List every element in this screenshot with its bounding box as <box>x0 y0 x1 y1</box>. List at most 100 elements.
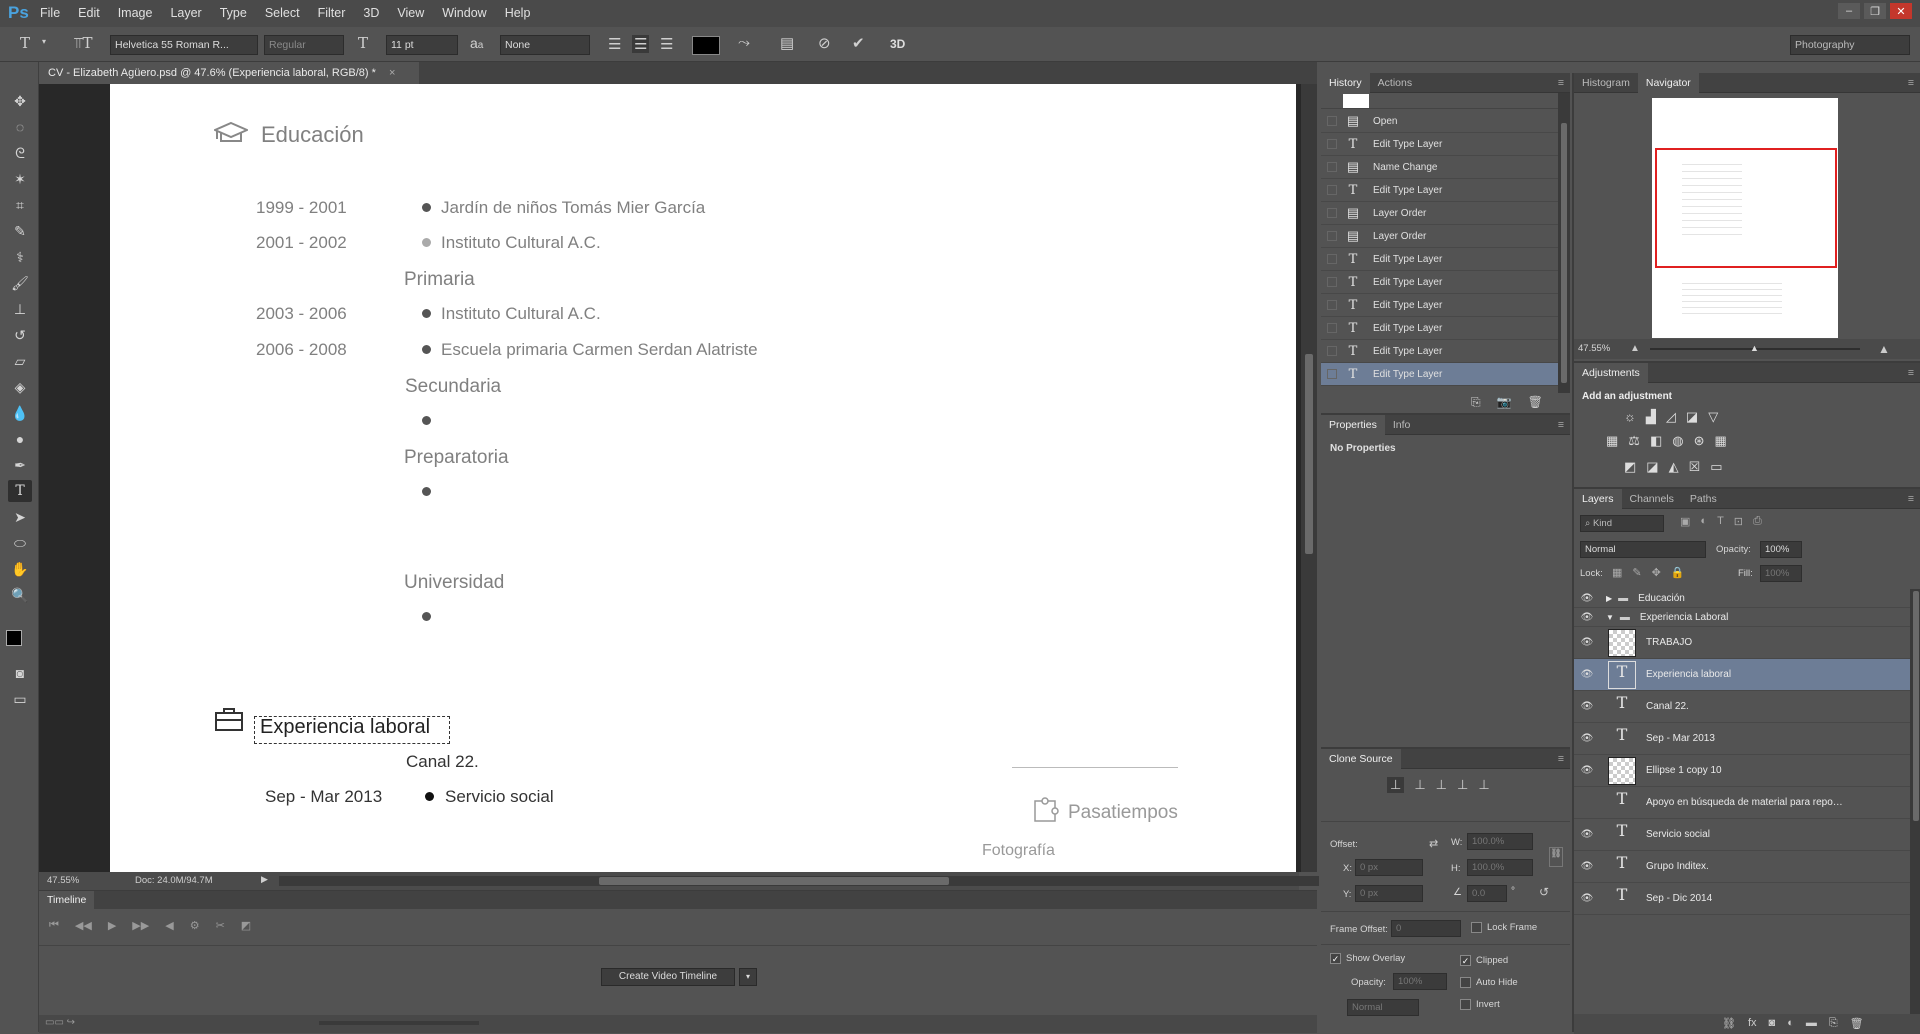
layer-filter-kind-select[interactable]: ⌕ Kind <box>1580 515 1664 532</box>
reset-transform-icon[interactable]: ⇄ <box>1429 837 1438 850</box>
zoom-tool-icon[interactable]: 🔍 <box>8 584 32 606</box>
brush-tool-icon[interactable]: 🖌 <box>8 272 32 294</box>
clipped-checkbox[interactable]: ✓ Clipped <box>1460 955 1508 966</box>
overlay-opacity-input[interactable]: 100% <box>1393 973 1447 990</box>
opacity-input[interactable]: 100% <box>1760 541 1802 558</box>
eye-icon[interactable]: 👁 <box>1574 765 1600 776</box>
eyedropper-tool-icon[interactable]: ✎ <box>8 220 32 242</box>
type-tool-icon[interactable]: T <box>8 480 32 502</box>
photo-filter-icon[interactable]: ◍ <box>1672 433 1683 449</box>
y-input[interactable]: 0 px <box>1355 885 1423 902</box>
history-brush-source-checkbox[interactable] <box>1327 208 1337 218</box>
menu-item-help[interactable]: Help <box>505 6 531 20</box>
vertical-scroll-thumb[interactable] <box>1305 354 1313 554</box>
first-frame-icon[interactable]: ⏮ <box>49 919 59 932</box>
x-input[interactable]: 0 px <box>1355 859 1423 876</box>
layer-row[interactable]: 👁 T Grupo Inditex. <box>1574 851 1910 883</box>
gradient-map-icon[interactable]: ▭ <box>1710 459 1722 475</box>
menu-item-filter[interactable]: Filter <box>318 6 346 20</box>
document-canvas[interactable]: Educación 1999 - 2001 Jardín de niños To… <box>110 84 1296 872</box>
new-layer-icon[interactable]: ⎘ <box>1829 1017 1838 1030</box>
eye-icon[interactable]: 👁 <box>1574 893 1600 904</box>
eraser-tool-icon[interactable]: ▱ <box>8 350 32 372</box>
eye-icon[interactable]: 👁 <box>1574 861 1600 872</box>
frame-animation-icon[interactable]: ▭▭ ↪ <box>45 1017 75 1028</box>
play-icon[interactable]: ▶ <box>108 919 116 932</box>
menu-item-select[interactable]: Select <box>265 6 300 20</box>
layer-row[interactable]: 👁 T Servicio social <box>1574 819 1910 851</box>
eye-icon[interactable]: 👁 <box>1574 669 1600 680</box>
create-video-timeline-button[interactable]: Create Video Timeline <box>601 968 735 986</box>
lock-pixels-icon[interactable]: ✎ <box>1632 566 1641 579</box>
lock-all-icon[interactable]: 🔒 <box>1671 566 1685 579</box>
tab-history[interactable]: History <box>1321 72 1370 93</box>
link-icon[interactable]: ⛓ <box>1549 847 1563 867</box>
work-title[interactable]: Experiencia laboral <box>260 716 430 739</box>
trash-icon[interactable]: 🗑 <box>1528 395 1543 410</box>
h-input[interactable]: 100.0% <box>1467 859 1533 876</box>
delete-layer-icon[interactable]: 🗑 <box>1850 1017 1864 1030</box>
history-item[interactable]: T Edit Type Layer <box>1321 294 1558 317</box>
layer-row[interactable]: T Apoyo en búsqueda de material para repo… <box>1574 787 1910 819</box>
layer-row[interactable]: 👁 T Sep - Mar 2013 <box>1574 723 1910 755</box>
history-item[interactable]: T Edit Type Layer <box>1321 340 1558 363</box>
eye-icon[interactable]: 👁 <box>1574 593 1600 604</box>
layer-mask-icon[interactable]: ◙ <box>1769 1017 1776 1030</box>
angle-input[interactable]: 0.0 <box>1467 885 1507 902</box>
history-item[interactable]: ▤ Open <box>1321 110 1558 133</box>
navigator-preview[interactable] <box>1652 98 1838 338</box>
clone-source-1-icon[interactable]: ⊥ <box>1387 777 1405 793</box>
filter-pixel-icon[interactable]: ▣ <box>1680 515 1690 528</box>
eye-icon[interactable]: 👁 <box>1574 829 1600 840</box>
show-overlay-checkbox[interactable]: ✓ Show Overlay <box>1330 953 1405 964</box>
panel-menu-icon[interactable]: ≡ <box>1558 753 1570 765</box>
menu-item-type[interactable]: Type <box>220 6 247 20</box>
lasso-tool-icon[interactable]: ᘓ <box>8 142 32 164</box>
font-style-select[interactable]: Regular <box>264 35 344 55</box>
history-item[interactable]: T Edit Type Layer <box>1321 271 1558 294</box>
screen-mode-icon[interactable]: ▭ <box>8 688 32 710</box>
posterize-icon[interactable]: ◪ <box>1646 459 1658 475</box>
new-document-icon[interactable]: ⎘ <box>1471 395 1481 410</box>
panel-menu-icon[interactable]: ≡ <box>1908 493 1920 505</box>
channel-mixer-icon[interactable]: ⊛ <box>1694 433 1705 449</box>
menu-item-file[interactable]: File <box>40 6 60 20</box>
paint-bucket-tool-icon[interactable]: ◈ <box>8 376 32 398</box>
timeline-zoom-slider[interactable] <box>319 1021 479 1025</box>
layer-style-icon[interactable]: fx <box>1748 1017 1757 1030</box>
w-input[interactable]: 100.0% <box>1467 833 1533 850</box>
vertical-scrollbar[interactable] <box>1301 84 1317 872</box>
align-center-icon[interactable]: ☰ <box>632 35 650 53</box>
audio-icon[interactable]: ◀ <box>165 919 173 932</box>
foreground-color-swatch[interactable] <box>6 630 22 646</box>
hue-saturation-icon[interactable]: ▦ <box>1606 433 1618 449</box>
history-brush-source-checkbox[interactable] <box>1327 346 1337 356</box>
minimize-icon[interactable]: – <box>1838 3 1860 19</box>
history-item[interactable]: ▤ Layer Order <box>1321 225 1558 248</box>
eye-icon[interactable]: 👁 <box>1574 637 1600 648</box>
tab-layers[interactable]: Layers <box>1574 488 1622 509</box>
cancel-edits-icon[interactable]: ⊘ <box>818 34 831 52</box>
exposure-icon[interactable]: ◪ <box>1686 409 1698 425</box>
lock-position-icon[interactable]: ✥ <box>1652 566 1661 579</box>
panel-menu-icon[interactable]: ≡ <box>1558 419 1570 431</box>
history-brush-source-checkbox[interactable] <box>1327 300 1337 310</box>
black-white-icon[interactable]: ◧ <box>1650 433 1662 449</box>
eye-icon[interactable]: 👁 <box>1574 733 1600 744</box>
status-menu-icon[interactable]: ▶ <box>261 874 268 885</box>
dodge-tool-icon[interactable]: ● <box>8 428 32 450</box>
3d-button[interactable]: 3D <box>890 37 905 51</box>
timeline-dropdown-icon[interactable]: ▾ <box>739 968 757 986</box>
settings-icon[interactable]: ⚙ <box>190 919 200 932</box>
snapshot-row[interactable] <box>1321 93 1558 109</box>
invert-checkbox[interactable]: Invert <box>1460 999 1500 1010</box>
history-item[interactable]: T Edit Type Layer <box>1321 179 1558 202</box>
color-lookup-icon[interactable]: ▦ <box>1715 433 1727 449</box>
lock-frame-checkbox[interactable]: Lock Frame <box>1471 922 1537 933</box>
history-item[interactable]: T Edit Type Layer <box>1321 133 1558 156</box>
eye-icon[interactable]: 👁 <box>1574 612 1600 623</box>
next-frame-icon[interactable]: ▶▶ <box>132 919 149 932</box>
clone-source-2-icon[interactable]: ⊥ <box>1414 777 1425 793</box>
layers-scroll-thumb[interactable] <box>1913 591 1919 821</box>
move-tool-icon[interactable]: ✥ <box>8 90 32 112</box>
